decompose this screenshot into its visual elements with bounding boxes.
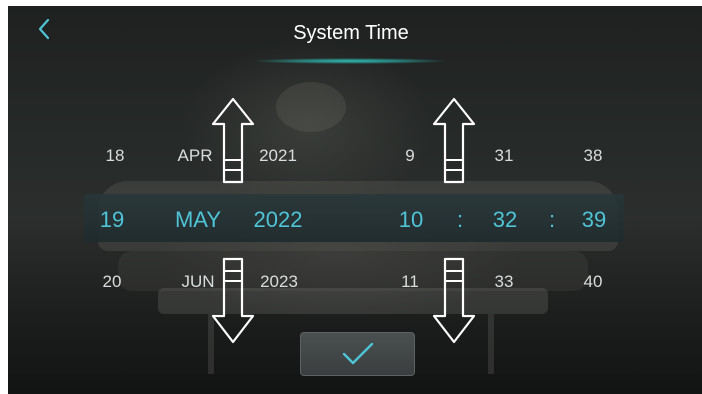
background-decoration xyxy=(276,82,346,132)
swipe-up-arrow-icon[interactable] xyxy=(431,96,477,186)
hour-selected[interactable]: 10 xyxy=(399,207,423,233)
day-selected[interactable]: 19 xyxy=(100,207,124,233)
checkmark-icon xyxy=(342,342,374,365)
year-next[interactable]: 2023 xyxy=(260,272,298,292)
year-prev[interactable]: 2021 xyxy=(259,146,297,166)
swipe-down-arrow-icon[interactable] xyxy=(431,256,477,346)
minute-prev[interactable]: 31 xyxy=(495,146,514,166)
swipe-up-arrow-icon[interactable] xyxy=(210,96,256,186)
selection-band xyxy=(84,194,624,242)
second-prev[interactable]: 38 xyxy=(584,146,603,166)
title-underline xyxy=(252,58,448,64)
day-prev[interactable]: 18 xyxy=(106,146,125,166)
month-selected[interactable]: MAY xyxy=(175,207,221,233)
hour-next[interactable]: 11 xyxy=(401,272,419,292)
confirm-button[interactable] xyxy=(300,332,415,376)
second-next[interactable]: 40 xyxy=(584,272,603,292)
day-next[interactable]: 20 xyxy=(103,272,122,292)
time-separator: : xyxy=(548,207,556,232)
background-decoration xyxy=(488,314,494,374)
swipe-down-arrow-icon[interactable] xyxy=(210,256,256,346)
minute-next[interactable]: 33 xyxy=(495,272,514,292)
page-title: System Time xyxy=(293,22,409,44)
second-selected[interactable]: 39 xyxy=(582,207,606,233)
month-prev[interactable]: APR xyxy=(178,146,213,166)
minute-selected[interactable]: 32 xyxy=(493,207,517,233)
hour-prev[interactable]: 9 xyxy=(405,146,414,166)
year-selected[interactable]: 2022 xyxy=(254,207,303,233)
time-separator: : xyxy=(456,207,464,232)
